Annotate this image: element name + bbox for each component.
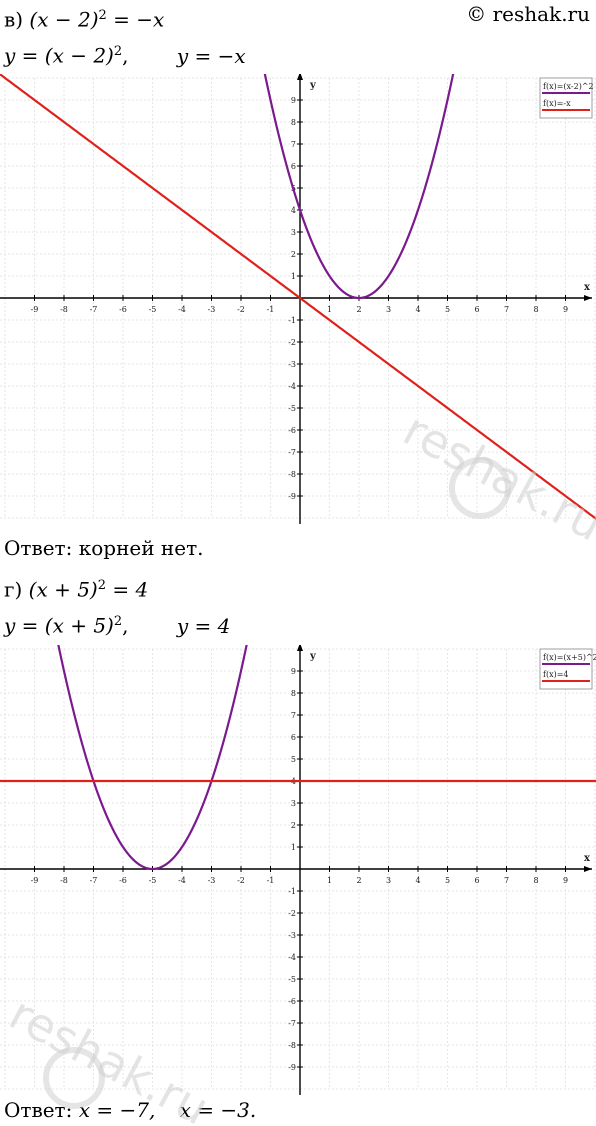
y-tick-label: -4 bbox=[288, 953, 296, 962]
x-tick-label: 4 bbox=[415, 876, 420, 885]
x-axis-label: x bbox=[584, 853, 591, 864]
legend-label-2: f(x)=-x bbox=[543, 99, 571, 108]
x-tick-label: 3 bbox=[386, 876, 391, 885]
function-g-comma: , bbox=[122, 613, 129, 638]
x-tick-label: 2 bbox=[356, 305, 361, 314]
watermark-overlay-2: reshak.ru bbox=[1, 990, 218, 1126]
y-tick-label: -2 bbox=[288, 909, 296, 918]
y-tick-label: 8 bbox=[291, 118, 296, 127]
x-tick-label: -6 bbox=[119, 305, 127, 314]
y-tick-label: 4 bbox=[291, 206, 296, 215]
y-tick-label: 2 bbox=[291, 821, 296, 830]
x-tick-label: 9 bbox=[563, 305, 568, 314]
x-tick-label: 7 bbox=[504, 305, 509, 314]
x-axis-arrow-icon bbox=[584, 295, 592, 301]
x-tick-label: -1 bbox=[267, 876, 275, 885]
x-tick-label: 2 bbox=[356, 876, 361, 885]
equation-g-rhs: = 4 bbox=[106, 577, 149, 602]
y-tick-label: 9 bbox=[291, 667, 296, 676]
legend-label-2: f(x)=4 bbox=[543, 670, 569, 679]
x-tick-label: -8 bbox=[60, 305, 68, 314]
functions-v: y = (x − 2)2, y = −x bbox=[4, 40, 246, 68]
function-g-left: y = (x + 5) bbox=[4, 613, 114, 638]
x-tick-label: 3 bbox=[386, 305, 391, 314]
equation-g-lhs: (x + 5) bbox=[28, 577, 98, 602]
legend: f(x)=(x+5)^2 f(x)=4 bbox=[539, 648, 596, 690]
x-tick-label: 7 bbox=[504, 876, 509, 885]
y-tick-label: 7 bbox=[291, 711, 296, 720]
equation-g: г) (x + 5)2 = 4 bbox=[4, 574, 148, 602]
function-g-right: y = 4 bbox=[176, 613, 231, 638]
x-tick-label: -4 bbox=[178, 876, 186, 885]
legend-label-1: f(x)=(x+5)^2 bbox=[543, 653, 596, 662]
x-tick-label: 6 bbox=[474, 305, 479, 314]
x-axis-label: x bbox=[584, 282, 591, 293]
x-tick-label: -9 bbox=[31, 876, 39, 885]
x-tick-label: -7 bbox=[90, 876, 98, 885]
watermark-text: reshak.ru bbox=[395, 402, 596, 550]
equation-v-rhs: = −x bbox=[106, 7, 165, 32]
y-tick-label: 9 bbox=[291, 96, 296, 105]
y-tick-label: 2 bbox=[291, 250, 296, 259]
x-tick-label: -4 bbox=[178, 305, 186, 314]
exponent: 2 bbox=[113, 614, 123, 629]
y-tick-label: 1 bbox=[291, 272, 296, 281]
y-tick-label: -3 bbox=[288, 360, 296, 369]
legend-label-1: f(x)=(x-2)^2 bbox=[543, 82, 594, 91]
x-tick-label: 6 bbox=[474, 876, 479, 885]
y-tick-label: 3 bbox=[291, 799, 296, 808]
y-tick-label: 3 bbox=[291, 228, 296, 237]
function-v-right: y = −x bbox=[176, 43, 246, 68]
y-tick-label: 6 bbox=[291, 733, 296, 742]
y-tick-label: 6 bbox=[291, 162, 296, 171]
y-axis-arrow-icon bbox=[297, 74, 303, 80]
x-axis-arrow-icon bbox=[584, 866, 592, 872]
legend: f(x)=(x-2)^2 f(x)=-x bbox=[539, 77, 594, 119]
x-tick-label: -9 bbox=[31, 305, 39, 314]
exponent: 2 bbox=[97, 578, 107, 593]
x-tick-label: -3 bbox=[208, 305, 216, 314]
function-v-comma: , bbox=[122, 43, 129, 68]
x-tick-label: -7 bbox=[90, 305, 98, 314]
x-tick-label: -5 bbox=[149, 305, 157, 314]
part-label-g: г) bbox=[4, 577, 23, 602]
y-tick-label: 8 bbox=[291, 689, 296, 698]
y-axis-label: y bbox=[309, 651, 317, 662]
x-tick-label: 5 bbox=[445, 876, 450, 885]
x-tick-label: -2 bbox=[237, 876, 245, 885]
brand-label: © reshak.ru bbox=[466, 2, 590, 26]
x-tick-label: -1 bbox=[267, 305, 275, 314]
y-tick-label: -3 bbox=[288, 931, 296, 940]
x-tick-label: 1 bbox=[327, 305, 332, 314]
x-tick-label: -8 bbox=[60, 876, 68, 885]
exponent: 2 bbox=[98, 8, 107, 23]
y-tick-label: -1 bbox=[288, 316, 296, 325]
y-tick-label: -2 bbox=[288, 338, 296, 347]
y-axis-label: y bbox=[309, 80, 317, 91]
functions-g: y = (x + 5)2, y = 4 bbox=[4, 610, 230, 638]
x-tick-label: 9 bbox=[563, 876, 568, 885]
part-label-v: в) bbox=[4, 7, 24, 32]
x-tick-label: -5 bbox=[149, 876, 157, 885]
y-tick-label: 5 bbox=[291, 755, 296, 764]
equation-v: в) (x − 2)2 = −x bbox=[4, 4, 164, 32]
x-tick-label: -6 bbox=[119, 876, 127, 885]
y-axis-arrow-icon bbox=[297, 645, 303, 651]
function-v-left: y = (x − 2) bbox=[4, 43, 114, 68]
x-tick-label: -2 bbox=[237, 305, 245, 314]
y-tick-label: -1 bbox=[288, 887, 296, 896]
y-tick-label: 1 bbox=[291, 843, 296, 852]
equation-v-lhs: (x − 2) bbox=[29, 7, 99, 32]
y-tick-label: -5 bbox=[288, 975, 296, 984]
watermark-text: reshak.ru bbox=[1, 990, 218, 1126]
exponent: 2 bbox=[113, 44, 123, 59]
x-tick-label: 1 bbox=[327, 876, 332, 885]
y-tick-label: 7 bbox=[291, 140, 296, 149]
x-tick-label: 8 bbox=[533, 876, 538, 885]
watermark-overlay-1: reshak.ru bbox=[395, 402, 596, 550]
x-tick-label: 5 bbox=[445, 305, 450, 314]
x-tick-label: 8 bbox=[533, 305, 538, 314]
x-tick-label: -3 bbox=[208, 876, 216, 885]
x-tick-label: 4 bbox=[415, 305, 420, 314]
